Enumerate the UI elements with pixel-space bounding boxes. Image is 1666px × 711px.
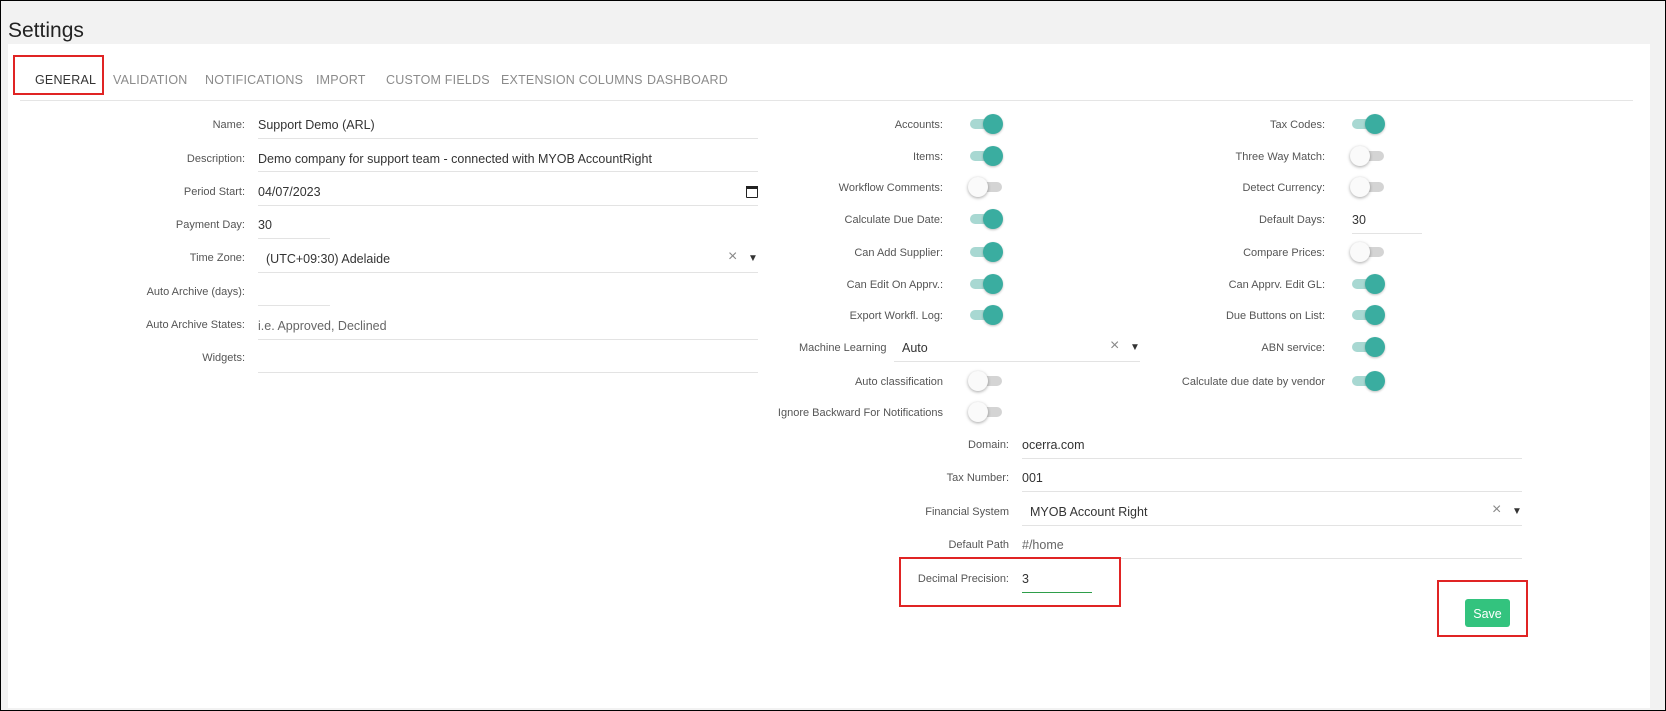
items-label: Items: <box>913 151 943 163</box>
name-input[interactable]: Support Demo (ARL) <box>258 118 375 132</box>
machine-learning-label: Machine Learning <box>799 342 887 354</box>
financial-system-select[interactable]: MYOB Account Right <box>1030 505 1147 519</box>
detect-currency-toggle[interactable] <box>1350 177 1384 197</box>
financial-system-caret-icon[interactable]: ▼ <box>1512 506 1522 517</box>
description-label: Description: <box>186 153 245 165</box>
default-path-underline <box>1022 558 1522 559</box>
time-zone-select[interactable]: (UTC+09:30) Adelaide <box>266 252 390 266</box>
period-start-input[interactable]: 04/07/2023 <box>258 185 321 199</box>
widgets-underline <box>258 372 758 373</box>
tab-extension-columns[interactable]: EXTENSION COLUMNS <box>501 73 643 87</box>
time-zone-underline <box>258 272 758 273</box>
domain-label: Domain: <box>968 439 1009 451</box>
name-label: Name: <box>212 119 245 131</box>
export-workfl-log-label: Export Workfl. Log: <box>849 310 943 322</box>
tax-codes-toggle[interactable] <box>1352 114 1385 134</box>
tax-number-underline <box>1022 491 1522 492</box>
auto-archive-days-underline <box>258 305 330 306</box>
time-zone-caret-icon[interactable]: ▼ <box>748 253 758 264</box>
tab-general[interactable]: GENERAL <box>35 73 96 87</box>
calc-due-by-vendor-label: Calculate due date by vendor <box>1181 376 1325 388</box>
can-add-supplier-label: Can Add Supplier: <box>854 247 943 259</box>
calculate-due-date-toggle[interactable] <box>970 209 1003 229</box>
detect-currency-label: Detect Currency: <box>1242 182 1325 194</box>
can-add-supplier-toggle[interactable] <box>970 242 1003 262</box>
decimal-precision-underline <box>1022 592 1092 593</box>
can-apprv-edit-gl-label: Can Apprv. Edit GL: <box>1228 279 1325 291</box>
calculate-due-date-label: Calculate Due Date: <box>844 214 943 226</box>
period-start-underline <box>258 205 758 206</box>
save-button[interactable]: Save <box>1465 599 1510 627</box>
default-days-label: Default Days: <box>1258 214 1325 226</box>
ignore-backward-label: Ignore Backward For Notifications <box>777 407 943 419</box>
payment-day-label: Payment Day: <box>175 219 245 231</box>
auto-classification-toggle[interactable] <box>968 371 1002 391</box>
domain-underline <box>1022 458 1522 459</box>
three-way-match-toggle[interactable] <box>1350 146 1384 166</box>
widgets-label: Widgets: <box>202 352 245 364</box>
items-toggle[interactable] <box>970 146 1003 166</box>
tab-validation[interactable]: VALIDATION <box>113 73 187 87</box>
tab-bar: GENERAL VALIDATION NOTIFICATIONS IMPORT … <box>20 60 1633 101</box>
financial-system-clear-icon[interactable]: × <box>1492 501 1501 519</box>
tab-notifications[interactable]: NOTIFICATIONS <box>205 73 303 87</box>
accounts-label: Accounts: <box>894 119 943 131</box>
calc-due-by-vendor-toggle[interactable] <box>1352 371 1385 391</box>
default-days-input[interactable]: 30 <box>1352 213 1366 227</box>
calendar-icon[interactable] <box>746 186 758 198</box>
page-title: Settings <box>8 19 84 42</box>
due-buttons-on-list-toggle[interactable] <box>1352 305 1385 325</box>
tab-dashboard[interactable]: DASHBOARD <box>647 73 728 87</box>
financial-system-underline <box>1022 525 1522 526</box>
compare-prices-toggle[interactable] <box>1350 242 1384 262</box>
tax-number-input[interactable]: 001 <box>1022 471 1043 485</box>
auto-archive-states-underline <box>258 339 758 340</box>
three-way-match-label: Three Way Match: <box>1235 151 1325 163</box>
auto-archive-days-label: Auto Archive (days): <box>146 286 245 298</box>
workflow-comments-label: Workflow Comments: <box>838 182 943 194</box>
decimal-precision-input[interactable]: 3 <box>1022 572 1029 586</box>
accounts-toggle[interactable] <box>970 114 1003 134</box>
time-zone-clear-icon[interactable]: × <box>728 248 737 266</box>
time-zone-label: Time Zone: <box>189 252 245 264</box>
settings-panel <box>8 44 1650 708</box>
export-workfl-log-toggle[interactable] <box>970 305 1003 325</box>
period-start-label: Period Start: <box>183 186 245 198</box>
payment-day-underline <box>258 238 330 239</box>
machine-learning-clear-icon[interactable]: × <box>1110 337 1119 355</box>
tab-custom-fields[interactable]: CUSTOM FIELDS <box>386 73 490 87</box>
auto-archive-states-input[interactable]: i.e. Approved, Declined <box>258 319 387 333</box>
description-input[interactable]: Demo company for support team - connecte… <box>258 152 652 166</box>
name-underline <box>258 138 758 139</box>
abn-service-label: ABN service: <box>1261 342 1325 354</box>
description-underline <box>258 171 758 172</box>
ignore-backward-toggle[interactable] <box>968 402 1002 422</box>
tab-import[interactable]: IMPORT <box>316 73 366 87</box>
can-edit-on-apprv-label: Can Edit On Apprv.: <box>846 279 943 291</box>
can-edit-on-apprv-toggle[interactable] <box>970 274 1003 294</box>
machine-learning-underline <box>894 361 1140 362</box>
default-days-underline <box>1352 233 1422 234</box>
tax-codes-label: Tax Codes: <box>1269 119 1325 131</box>
abn-service-toggle[interactable] <box>1352 337 1385 357</box>
default-path-label: Default Path <box>948 539 1009 551</box>
domain-input[interactable]: ocerra.com <box>1022 438 1085 452</box>
financial-system-label: Financial System <box>925 506 1009 518</box>
auto-classification-label: Auto classification <box>854 376 943 388</box>
workflow-comments-toggle[interactable] <box>968 177 1002 197</box>
tax-number-label: Tax Number: <box>946 472 1009 484</box>
decimal-precision-label: Decimal Precision: <box>917 573 1009 585</box>
compare-prices-label: Compare Prices: <box>1243 247 1325 259</box>
machine-learning-select[interactable]: Auto <box>902 341 928 355</box>
due-buttons-on-list-label: Due Buttons on List: <box>1225 310 1325 322</box>
can-apprv-edit-gl-toggle[interactable] <box>1352 274 1385 294</box>
payment-day-input[interactable]: 30 <box>258 218 272 232</box>
auto-archive-states-label: Auto Archive States: <box>145 319 245 331</box>
machine-learning-caret-icon[interactable]: ▼ <box>1130 342 1140 353</box>
default-path-input[interactable]: #/home <box>1022 538 1064 552</box>
